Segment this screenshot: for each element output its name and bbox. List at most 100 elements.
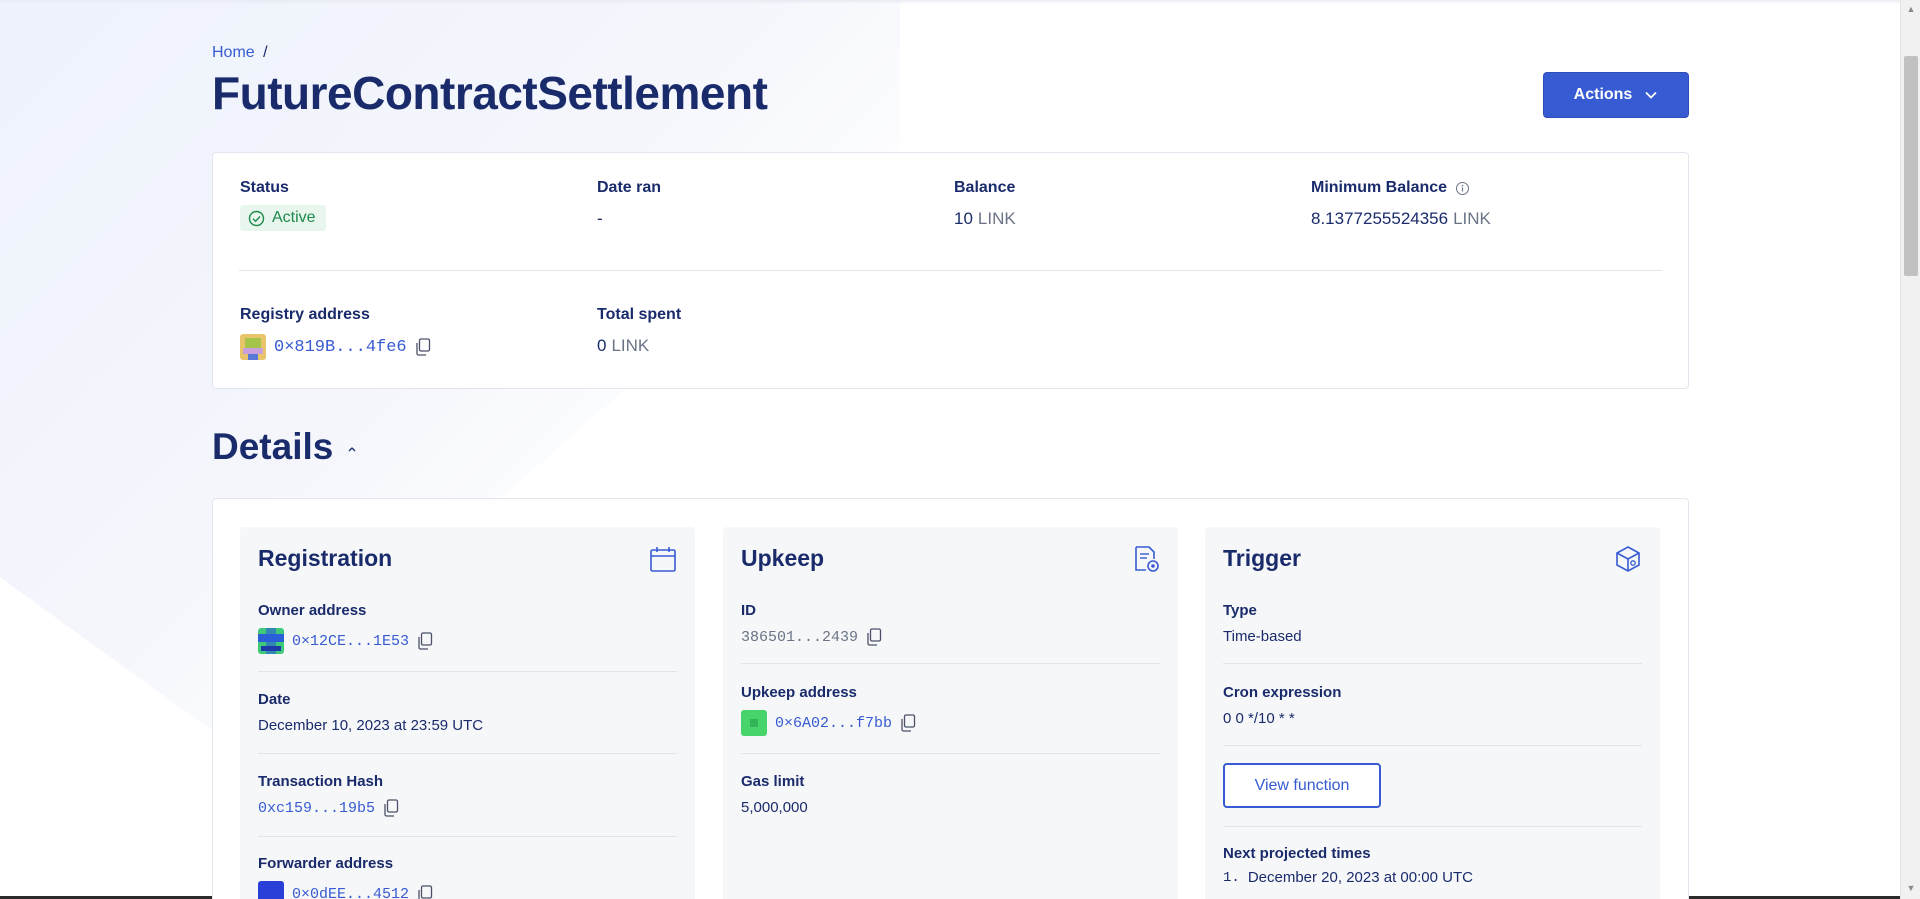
next-time-value: December 20, 2023 at 00:00 UTC xyxy=(1247,869,1473,886)
id-row: ID 386501...2439 xyxy=(741,602,1160,646)
scrollbar[interactable]: ▲ ▼ xyxy=(1900,0,1920,899)
divider xyxy=(741,753,1160,754)
type-row: Type Time-based xyxy=(1223,602,1642,645)
date-value: December 10, 2023 at 23:59 UTC xyxy=(258,717,484,734)
copy-icon[interactable] xyxy=(417,885,433,899)
min-balance-amount: 8.1377255524356 xyxy=(1311,209,1449,228)
chevron-up-icon[interactable] xyxy=(347,445,357,453)
registration-panel: Registration Owner address 0×12CE...1E53… xyxy=(240,527,695,899)
owner-value: 0×12CE...1E53 xyxy=(258,628,677,654)
chevron-down-icon xyxy=(1645,91,1657,99)
id-label: ID xyxy=(741,602,756,619)
breadcrumb-separator: / xyxy=(263,44,268,61)
min-balance-value: 8.1377255524356 LINK xyxy=(1311,209,1491,229)
balance-field: Balance 10 LINK xyxy=(954,179,1016,229)
details-card: Registration Owner address 0×12CE...1E53… xyxy=(212,498,1689,899)
date-row: Date December 10, 2023 at 23:59 UTC xyxy=(258,691,677,734)
upkeep-title: Upkeep xyxy=(741,545,825,571)
copy-icon[interactable] xyxy=(866,628,882,646)
avatar xyxy=(741,710,767,736)
divider xyxy=(1223,663,1642,664)
status-badge: Active xyxy=(240,205,326,231)
trigger-panel: Trigger Type Time-based Cron expression … xyxy=(1205,527,1660,899)
tx-value: 0xc159...19b5 xyxy=(258,799,677,817)
upkeep-address-link[interactable]: 0×6A02...f7bb xyxy=(775,715,892,732)
gas-row: Gas limit 5,000,000 xyxy=(741,773,1160,816)
summary-divider xyxy=(239,270,1662,271)
copy-icon[interactable] xyxy=(415,338,431,356)
total-spent-unit: LINK xyxy=(611,336,650,355)
next-time-index: 1. xyxy=(1223,869,1240,886)
upkeep-panel: Upkeep ID 386501...2439 Upkeep address 0… xyxy=(723,527,1178,899)
tx-hash-link[interactable]: 0xc159...19b5 xyxy=(258,800,375,817)
tx-row: Transaction Hash 0xc159...19b5 xyxy=(258,773,677,817)
registry-field: Registry address 0×819B...4fe6 xyxy=(240,306,431,360)
summary-card: Status Active Date ran - Balance 10 LINK… xyxy=(212,152,1689,389)
actions-button-label: Actions xyxy=(1573,86,1633,103)
registry-address-link[interactable]: 0×819B...4fe6 xyxy=(274,338,407,357)
min-balance-label-row: Minimum Balance xyxy=(1311,179,1491,197)
next-times-label: Next projected times xyxy=(1223,845,1371,862)
cron-row: Cron expression 0 0 */10 * * xyxy=(1223,684,1642,727)
breadcrumb: Home / xyxy=(212,44,268,62)
copy-icon[interactable] xyxy=(900,714,916,732)
info-icon[interactable] xyxy=(1455,181,1470,196)
trigger-title: Trigger xyxy=(1223,545,1301,571)
min-balance-label: Minimum Balance xyxy=(1311,179,1448,196)
balance-amount: 10 xyxy=(954,209,973,228)
type-value: Time-based xyxy=(1223,628,1302,645)
cron-value: 0 0 */10 * * xyxy=(1223,710,1295,727)
details-title: Details xyxy=(212,426,334,467)
balance-unit: LINK xyxy=(977,209,1016,228)
scrollbar-thumb[interactable] xyxy=(1904,56,1918,276)
divider xyxy=(258,753,677,754)
divider xyxy=(258,671,677,672)
gas-value: 5,000,000 xyxy=(741,799,808,816)
date-label: Date xyxy=(258,691,291,708)
upkeep-address-label: Upkeep address xyxy=(741,684,857,701)
cron-label: Cron expression xyxy=(1223,684,1342,701)
total-spent-field: Total spent 0 LINK xyxy=(597,306,681,356)
document-settings-icon xyxy=(1135,546,1159,572)
forwarder-value: 0×0dEE...4512 xyxy=(258,881,677,899)
type-label: Type xyxy=(1223,602,1257,619)
upkeep-address-value: 0×6A02...f7bb xyxy=(741,710,1160,736)
gas-label: Gas limit xyxy=(741,773,805,790)
status-label: Status xyxy=(240,179,289,196)
copy-icon[interactable] xyxy=(383,799,399,817)
id-value: 386501...2439 xyxy=(741,628,1160,646)
forwarder-row: Forwarder address 0×0dEE...4512 xyxy=(258,855,677,899)
min-balance-field: Minimum Balance 8.1377255524356 LINK xyxy=(1311,179,1491,229)
divider xyxy=(741,663,1160,664)
cube-icon xyxy=(1616,546,1640,572)
top-shadow xyxy=(0,0,1900,4)
date-ran-label: Date ran xyxy=(597,179,662,196)
total-spent-value: 0 LINK xyxy=(597,336,681,356)
balance-label: Balance xyxy=(954,179,1016,196)
total-spent-amount: 0 xyxy=(597,336,607,355)
registry-value: 0×819B...4fe6 xyxy=(240,334,431,360)
owner-address-link[interactable]: 0×12CE...1E53 xyxy=(292,633,409,650)
forwarder-address-link[interactable]: 0×0dEE...4512 xyxy=(292,886,409,899)
scroll-down-arrow[interactable]: ▼ xyxy=(1906,883,1916,893)
avatar xyxy=(258,881,284,899)
calendar-icon xyxy=(650,547,676,572)
view-function-button[interactable]: View function xyxy=(1223,763,1381,808)
divider xyxy=(1223,826,1642,827)
actions-button[interactable]: Actions xyxy=(1543,72,1689,118)
owner-label: Owner address xyxy=(258,602,367,619)
breadcrumb-home-link[interactable]: Home xyxy=(212,44,255,61)
check-circle-icon xyxy=(248,210,265,226)
balance-value: 10 LINK xyxy=(954,209,1016,229)
forwarder-label: Forwarder address xyxy=(258,855,394,872)
details-heading[interactable]: Details xyxy=(212,426,357,468)
date-ran-value: - xyxy=(597,209,603,228)
upkeep-id: 386501...2439 xyxy=(741,628,859,646)
next-times-row: Next projected times 1. December 20, 202… xyxy=(1223,845,1642,886)
status-value: Active xyxy=(272,209,316,226)
avatar xyxy=(258,628,284,654)
registry-label: Registry address xyxy=(240,306,370,323)
copy-icon[interactable] xyxy=(417,632,433,650)
total-spent-label: Total spent xyxy=(597,306,682,323)
scroll-up-arrow[interactable]: ▲ xyxy=(1906,4,1916,14)
